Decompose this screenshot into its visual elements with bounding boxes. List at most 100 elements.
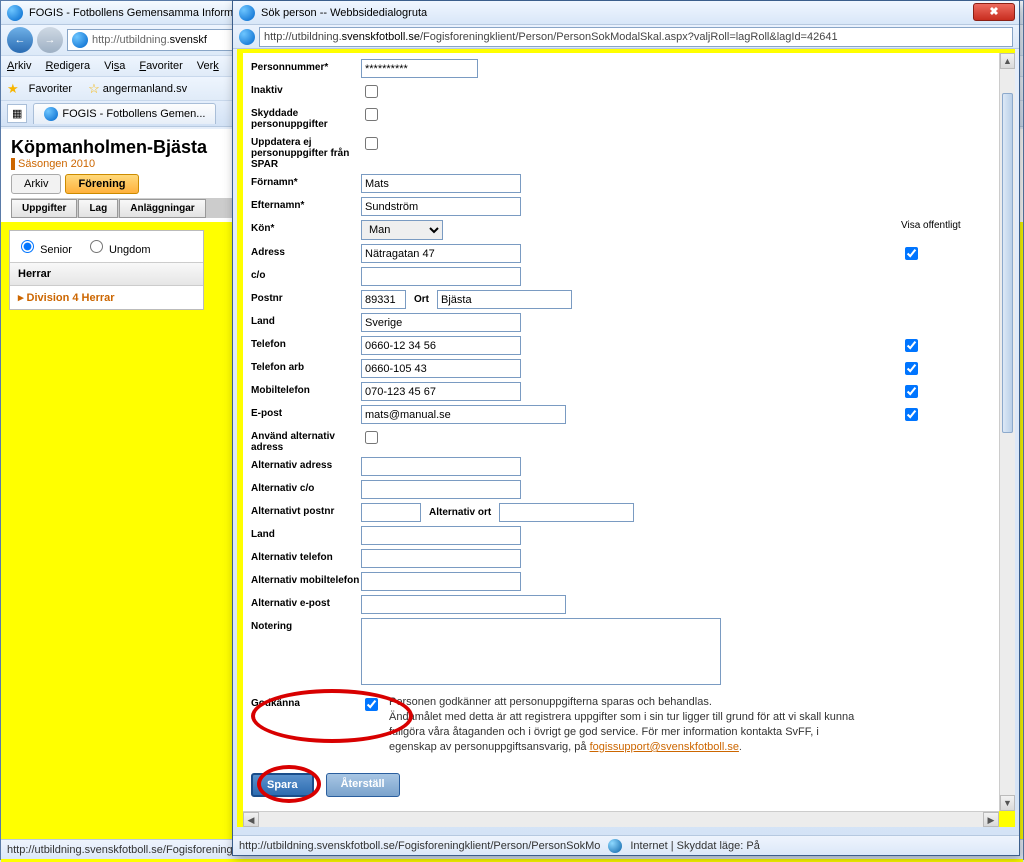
vertical-scrollbar[interactable]: ▲ ▼ [999,53,1015,811]
lbl-skyddade: Skyddade personuppgifter [251,105,361,130]
horizontal-scrollbar[interactable]: ◀ ▶ [243,811,999,827]
lbl-adress: Adress [251,244,361,258]
input-alt-adress[interactable] [361,457,521,476]
lbl-land: Land [251,313,361,327]
input-mobil[interactable] [361,382,521,401]
scroll-up-arrow-icon[interactable]: ▲ [1000,53,1015,69]
panel-division-link[interactable]: ▸Division 4 Herrar [10,286,203,309]
textarea-notering[interactable] [361,618,721,685]
lbl-personnummer: Personnummer* [251,59,361,73]
season-link[interactable]: Säsongen 2010 [11,158,95,170]
scroll-down-arrow-icon[interactable]: ▼ [1000,795,1015,811]
panel-radio-row: Senior Ungdom [10,231,203,263]
dialog-address-bar[interactable]: http://utbildning.svenskfotboll.se/Fogis… [259,27,1013,47]
input-alt-co[interactable] [361,480,521,499]
fav-angermanland[interactable]: ☆ angermanland.sv [88,81,187,97]
check-pub-adress[interactable] [905,247,918,260]
lbl-visa-offentligt: Visa offentligt [901,220,991,231]
close-button[interactable]: ✖ [973,3,1015,21]
check-pub-telefon-arb[interactable] [905,362,918,375]
input-telefon[interactable] [361,336,521,355]
input-alt-mobil[interactable] [361,572,521,591]
dialog-status-url: http://utbildning.svenskfotboll.se/Fogis… [239,840,600,852]
input-alt-epost[interactable] [361,595,566,614]
dialog-body: Personnummer* Inaktiv Skyddade personupp… [237,49,1015,827]
scroll-left-arrow-icon[interactable]: ◀ [243,812,259,827]
favorites-star-icon[interactable]: ★ [7,81,19,97]
lbl-alt-co: Alternativ c/o [251,480,361,494]
check-godkanna[interactable] [365,698,378,711]
subtab-uppgifter[interactable]: Uppgifter [11,199,77,218]
radio-senior-input[interactable] [21,240,34,253]
consent-email-link[interactable]: fogissupport@svenskfotboll.se [590,741,739,753]
menu-favoriter[interactable]: Favoriter [139,60,182,72]
tab-label: FOGIS - Fotbollens Gemen... [62,108,205,120]
tab-grid-icon[interactable]: ▦ [7,104,27,123]
select-kon[interactable]: Man [361,220,443,240]
input-co[interactable] [361,267,521,286]
tab-fogis[interactable]: FOGIS - Fotbollens Gemen... [33,103,216,124]
input-land[interactable] [361,313,521,332]
radio-ungdungdom[interactable]: Ungdom [85,244,151,256]
input-personnummer[interactable] [361,59,478,78]
scroll-thumb[interactable] [1002,93,1013,433]
subtab-anlaggningar[interactable]: Anläggningar [119,199,205,218]
lbl-kon: Kön* [251,220,361,234]
check-pub-epost[interactable] [905,408,918,421]
lbl-alt-adress: Alternativ adress [251,457,361,471]
menu-redigera[interactable]: Redigera [45,60,90,72]
fav-site-icon: ☆ [88,81,100,97]
scroll-right-arrow-icon[interactable]: ▶ [983,812,999,827]
fav-site-text: angermanland.sv [103,83,187,95]
input-adress[interactable] [361,244,521,263]
lbl-fornamn: Förnamn* [251,174,361,188]
save-button[interactable]: Spara [251,773,314,797]
check-uppdatera[interactable] [365,137,378,150]
reset-button[interactable]: Återställ [326,773,400,797]
lbl-inaktiv: Inaktiv [251,82,361,96]
input-alt-telefon[interactable] [361,549,521,568]
tab-arkiv[interactable]: Arkiv [11,174,61,194]
input-telefon-arb[interactable] [361,359,521,378]
favorites-label[interactable]: Favoriter [29,83,72,95]
check-pub-mobil[interactable] [905,385,918,398]
input-postnr[interactable] [361,290,406,309]
menu-verktyg[interactable]: Verk [197,60,219,72]
radio-senior[interactable]: Senior [16,244,72,256]
lbl-alt-epost: Alternativ e-post [251,595,361,609]
lbl-alt-postnr: Alternativt postnr [251,503,361,517]
back-button[interactable]: ← [7,27,33,53]
lbl-notering: Notering [251,618,361,632]
globe-icon [608,839,622,853]
check-anvand-alt[interactable] [365,431,378,444]
lbl-epost: E-post [251,405,361,419]
lbl-telefon: Telefon [251,336,361,350]
tab-page-icon [44,107,58,121]
input-alt-ort[interactable] [499,503,634,522]
input-alt-land[interactable] [361,526,521,545]
input-alt-postnr[interactable] [361,503,421,522]
check-skyddade[interactable] [365,108,378,121]
input-fornamn[interactable] [361,174,521,193]
radio-ungdom-input[interactable] [90,240,103,253]
menu-arkiv[interactable]: Arkiv [7,60,31,72]
input-epost[interactable] [361,405,566,424]
lbl-alt-telefon: Alternativ telefon [251,549,361,563]
lbl-ort: Ort [414,294,429,305]
lbl-co: c/o [251,267,361,281]
lbl-postnr: Postnr [251,290,361,304]
input-efternamn[interactable] [361,197,521,216]
panel-header: Herrar [10,263,203,286]
lbl-telefon-arb: Telefon arb [251,359,361,373]
menu-visa[interactable]: Visa [104,60,125,72]
forward-button[interactable]: → [37,27,63,53]
ie-icon [7,5,23,21]
dlg-url-domain: svenskfotboll.se [342,31,420,43]
consent-text-block: Personen godkänner att personuppgifterna… [389,695,869,755]
input-ort[interactable] [437,290,572,309]
check-pub-telefon[interactable] [905,339,918,352]
tab-forening[interactable]: Förening [65,174,138,194]
check-inaktiv[interactable] [365,85,378,98]
dialog-ie-icon [239,5,255,21]
subtab-lag[interactable]: Lag [78,199,118,218]
